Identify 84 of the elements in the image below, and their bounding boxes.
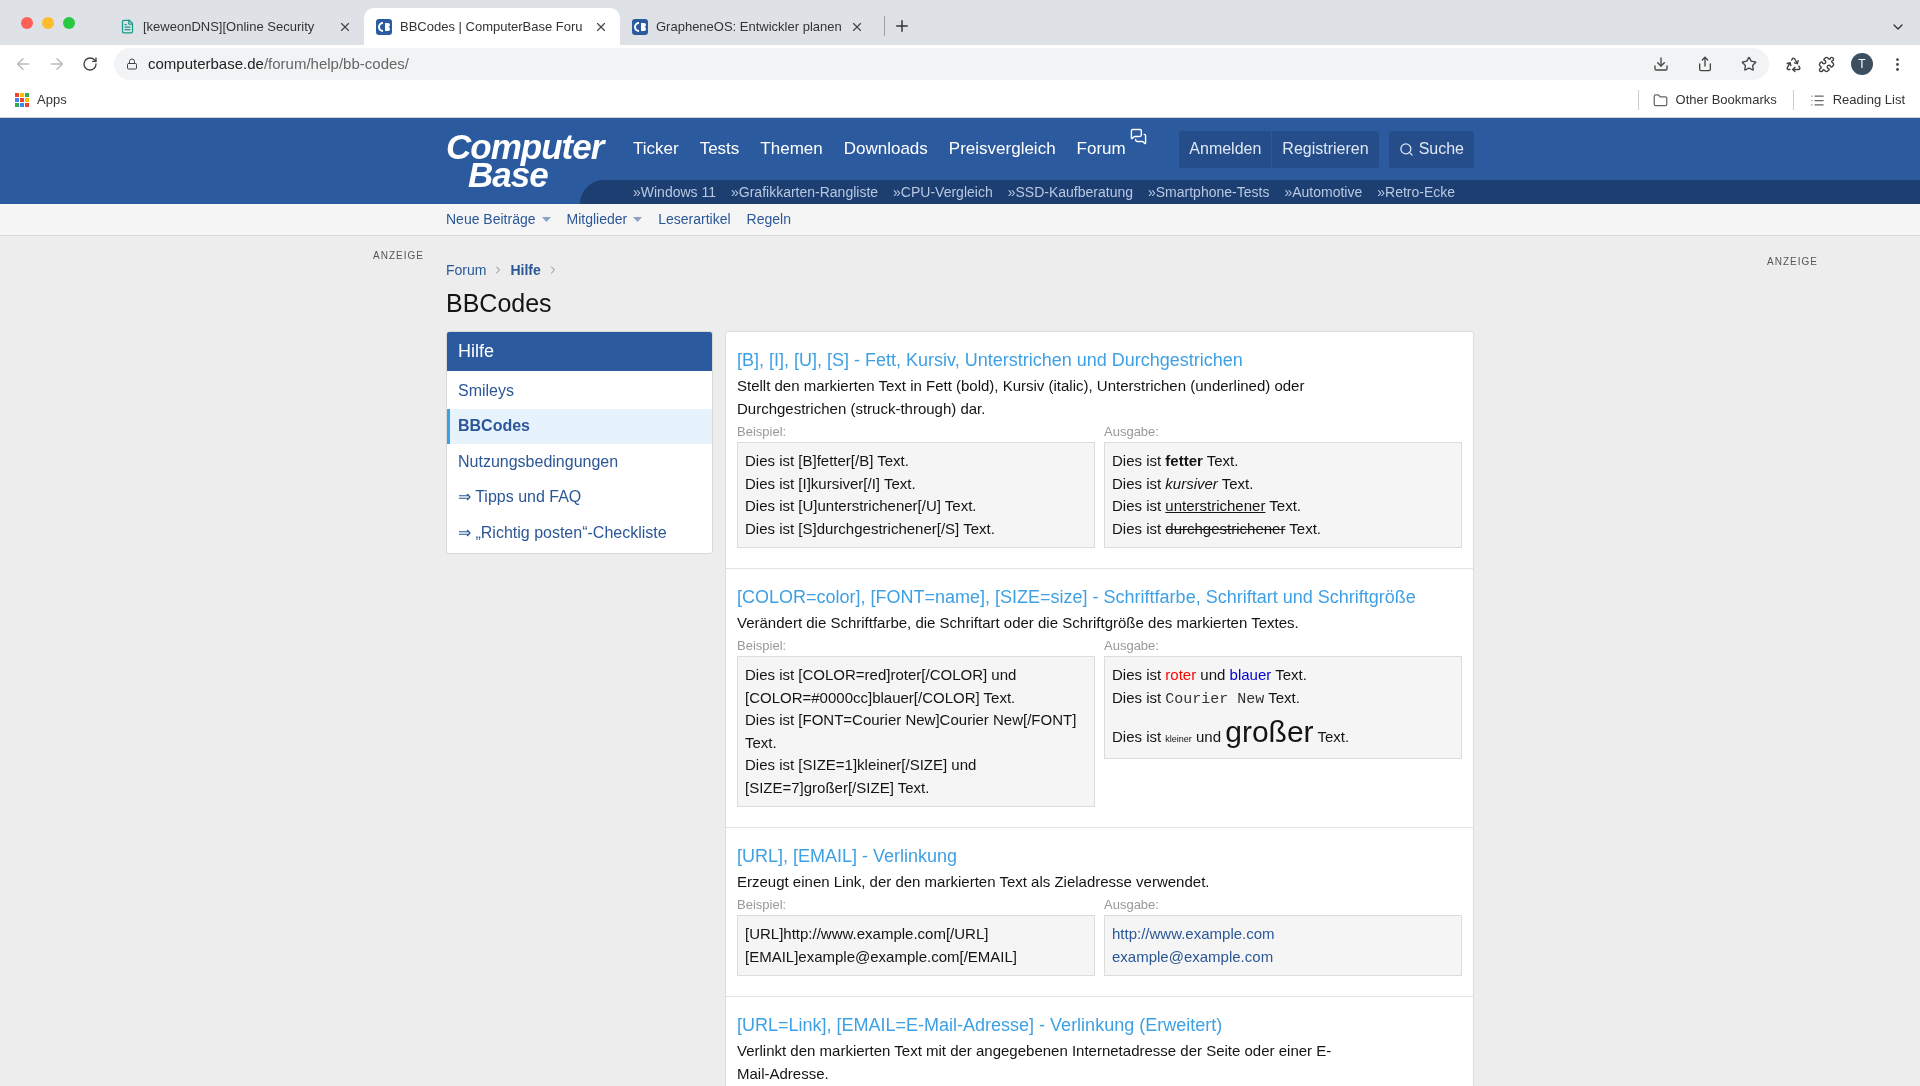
account-button[interactable]: Anmelden	[1179, 130, 1272, 168]
browser-tab[interactable]: [keweonDNS][Online Security	[108, 8, 364, 45]
sidebar-item[interactable]: Smileys	[447, 373, 712, 409]
output-line: Dies ist unterstrichener Text.	[1112, 496, 1302, 516]
code-line: Dies ist [S]durchgestrichener[/S] Text.	[745, 518, 996, 539]
search-button[interactable]: Suche	[1388, 130, 1474, 168]
extension-icon[interactable]	[1785, 55, 1802, 73]
subnav-link[interactable]: Leserartikel	[658, 209, 731, 230]
lock-icon	[126, 58, 138, 70]
code-line: Dies ist [I]kursiver[/I] Text.	[745, 473, 917, 494]
sidebar-header: Hilfe	[447, 332, 712, 371]
site-logo[interactable]: Computer Base	[446, 129, 611, 193]
code-line: [EMAIL]example@example.com[/EMAIL]	[745, 946, 1018, 967]
nav-link[interactable]: Downloads	[843, 136, 928, 162]
output-line: Dies ist roter und blauer Text.	[1112, 665, 1308, 685]
section-description: Verändert die Schriftfarbe, die Schriftart oder die Schriftgröße des markierten Textes.	[737, 613, 1300, 633]
quick-link[interactable]: »Grafikkarten-Rangliste	[731, 181, 879, 203]
ad-label: ANZEIGE	[373, 249, 424, 260]
nav-link[interactable]: Tests	[699, 136, 740, 162]
example-label: Beispiel:	[737, 423, 788, 441]
nav-link[interactable]: Forum	[1076, 136, 1126, 162]
search-icon	[1398, 141, 1414, 157]
breadcrumb-link[interactable]: Hilfe	[510, 259, 541, 281]
account-button[interactable]: Registrieren	[1271, 130, 1379, 168]
bookmark-link[interactable]: Apps	[37, 90, 67, 110]
code-line: Dies ist [SIZE=1]kleiner[/SIZE] und [SIZE=7]großer[/SIZE] Text.	[745, 755, 978, 798]
quick-link[interactable]: »Windows 11	[633, 181, 716, 203]
extensions-icon[interactable]	[1818, 55, 1835, 73]
site-icon	[632, 18, 648, 35]
subnav-link[interactable]: Neue Beiträge	[446, 209, 536, 230]
share-icon[interactable]	[1697, 56, 1713, 72]
breadcrumb-link[interactable]: Forum	[446, 259, 487, 281]
nav-link[interactable]: Preisvergleich	[948, 136, 1056, 162]
sidebar-item[interactable]: BBCodes	[447, 408, 712, 444]
browser-tab[interactable]: GrapheneOS: Entwickler planen	[620, 8, 876, 45]
code-line: Dies ist [FONT=Courier New]Courier New[/FONT] Text.	[745, 710, 1078, 753]
quick-link[interactable]: »SSD-Kaufberatung	[1007, 181, 1133, 203]
address-bar[interactable]: computerbase.de/forum/help/bb-codes/	[114, 48, 1769, 80]
browser-tab[interactable]: BBCodes | ComputerBase Foru	[364, 8, 620, 45]
output-label: Ausgabe:	[1104, 423, 1160, 441]
bookmark-link[interactable]: Reading List	[1832, 90, 1905, 110]
quick-link[interactable]: »Automotive	[1284, 181, 1363, 203]
section-description: Verlinkt den markierten Text mit der angegebenen Internetadresse der Seite oder einer E-Mail-Adresse.	[737, 1041, 1333, 1084]
chat-icon	[1129, 128, 1147, 146]
section-description: Erzeugt einen Link, der den markierten Text als Zieladresse verwendet.	[737, 872, 1211, 892]
subnav-link[interactable]: Mitglieder	[566, 209, 628, 230]
code-line: [URL]http://www.example.com[/URL]	[745, 924, 990, 944]
output-line: http://www.example.com	[1112, 924, 1276, 944]
code-line: Dies ist [U]unterstrichener[/U] Text.	[745, 496, 978, 516]
quick-link[interactable]: »Smartphone-Tests	[1148, 181, 1270, 203]
code-line: Dies ist [B]fetter[/B] Text.	[745, 451, 910, 471]
site-icon	[376, 18, 392, 35]
example-label: Beispiel:	[737, 896, 788, 914]
output-label: Ausgabe:	[1104, 896, 1160, 914]
quick-link[interactable]: »CPU-Vergleich	[893, 181, 993, 203]
reload-icon[interactable]	[82, 56, 98, 72]
new-tab-icon[interactable]	[893, 17, 911, 35]
list-icon[interactable]	[1809, 92, 1825, 108]
bookmark-star-icon[interactable]	[1741, 56, 1757, 72]
nav-link[interactable]: Themen	[760, 136, 823, 162]
quick-link[interactable]: »Retro-Ecke	[1377, 181, 1456, 203]
output-line: Dies ist fetter Text.	[1112, 451, 1240, 471]
folder-icon[interactable]	[1652, 92, 1668, 108]
page-title: BBCodes	[446, 288, 553, 318]
profile-avatar[interactable]: T	[1851, 53, 1873, 75]
apps-icon[interactable]	[15, 93, 29, 107]
output-line: example@example.com	[1112, 946, 1275, 967]
output-line: Dies ist kleiner und großer Text.	[1112, 717, 1351, 750]
bookmark-link[interactable]: Other Bookmarks	[1675, 90, 1777, 110]
output-line: Dies ist kursiver Text.	[1112, 473, 1255, 494]
code-line: Dies ist [COLOR=red]roter[/COLOR] und [COLOR=#0000cc]blauer[/COLOR] Text.	[745, 665, 1018, 708]
install-icon[interactable]	[1653, 56, 1669, 72]
example-label: Beispiel:	[737, 637, 788, 655]
sidebar-item[interactable]: ⇒ Tipps und FAQ	[447, 479, 712, 515]
section-description: Stellt den markierten Text in Fett (bold), Kursiv (italic), Unterstrichen (underlined) oder Durchgestrichen (struck-through) dar.	[737, 376, 1306, 419]
document-icon	[120, 19, 135, 34]
sidebar-item[interactable]: Nutzungsbedingungen	[447, 444, 712, 480]
ad-label: ANZEIGE	[1767, 256, 1818, 267]
subnav-link[interactable]: Regeln	[746, 209, 791, 230]
output-label: Ausgabe:	[1104, 637, 1160, 655]
output-line: Dies ist Courier New Text.	[1112, 687, 1301, 710]
nav-link[interactable]: Ticker	[633, 136, 679, 162]
sidebar-item[interactable]: ⇒ „Richtig posten“-Checkliste	[447, 515, 712, 551]
output-line: Dies ist durchgestrichener Text.	[1112, 518, 1322, 539]
